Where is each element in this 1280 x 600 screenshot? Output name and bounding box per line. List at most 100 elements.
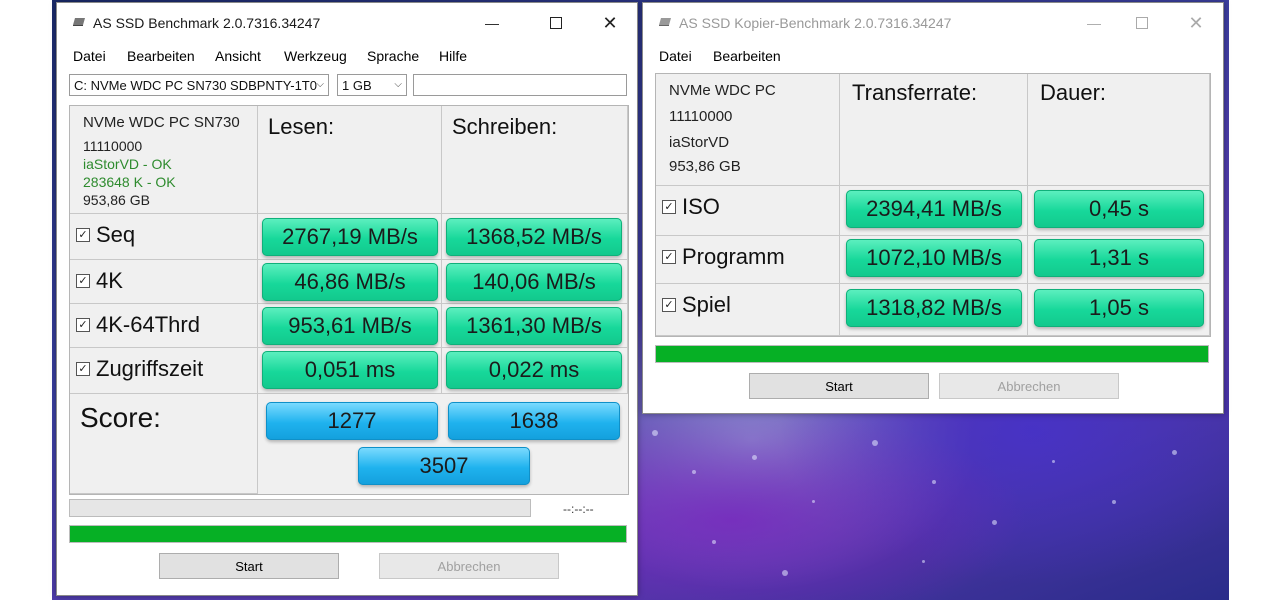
menu-werkzeug[interactable]: Werkzeug xyxy=(284,48,347,64)
copy-drive-info-cell: NVMe WDC PC 11110000 iaStorVD 953,86 GB xyxy=(656,74,840,186)
menu-ansicht[interactable]: Ansicht xyxy=(215,48,261,64)
spiel-rate-result: 1318,82 MB/s xyxy=(846,289,1022,327)
checkbox-4k[interactable]: ✓ xyxy=(76,274,90,288)
copy-benchmark-window: AS SSD Kopier-Benchmark 2.0.7316.34247 —… xyxy=(642,2,1224,414)
programm-duration-result: 1,31 s xyxy=(1034,239,1204,277)
window-title: AS SSD Benchmark 2.0.7316.34247 xyxy=(93,15,321,31)
menu-datei[interactable]: Datei xyxy=(73,48,106,64)
drive-select-value: C: NVMe WDC PC SN730 SDBPNTY-1T0 xyxy=(74,78,317,93)
path-input[interactable] xyxy=(413,74,627,96)
programm-checkbox-row[interactable]: ✓ Programm xyxy=(662,244,785,270)
copy-start-button[interactable]: Start xyxy=(749,373,929,399)
menu-sprache[interactable]: Sprache xyxy=(367,48,419,64)
seq-read-result: 2767,19 MB/s xyxy=(262,218,438,256)
read-header-cell: Lesen: xyxy=(258,106,442,214)
programm-label: Programm xyxy=(682,244,785,269)
4k-read-result: 46,86 MB/s xyxy=(262,263,438,301)
driver-status: iaStorVD - OK xyxy=(83,156,172,172)
read-header: Lesen: xyxy=(268,114,335,139)
4k64-label: 4K-64Thrd xyxy=(96,312,200,337)
copy-driver: iaStorVD xyxy=(669,134,730,151)
benchmark-window: AS SSD Benchmark 2.0.7316.34247 — ✕ Date… xyxy=(56,2,638,596)
minimize-button[interactable]: — xyxy=(1079,11,1109,35)
maximize-icon xyxy=(550,17,562,29)
drive-info-cell: NVMe WDC PC SN730 11110000 iaStorVD - OK… xyxy=(70,106,258,214)
close-button[interactable]: ✕ xyxy=(595,11,625,35)
spiel-duration-result: 1,05 s xyxy=(1034,289,1204,327)
seq-write-result: 1368,52 MB/s xyxy=(446,218,622,256)
checkbox-4k-64thrd[interactable]: ✓ xyxy=(76,318,90,332)
chevron-down-icon: ⌵ xyxy=(394,79,402,90)
benchmark-progress-bottom xyxy=(69,525,627,543)
checkbox-programm[interactable]: ✓ xyxy=(662,250,676,264)
4k-label: 4K xyxy=(96,268,123,293)
seq-label: Seq xyxy=(96,222,136,247)
results-panel: NVMe WDC PC SN730 11110000 iaStorVD - OK… xyxy=(69,105,629,495)
menu-bearbeiten[interactable]: Bearbeiten xyxy=(127,48,195,64)
score-read: 1277 xyxy=(266,402,438,440)
close-button[interactable]: ✕ xyxy=(1181,11,1211,35)
score-label: Score: xyxy=(80,402,161,433)
maximize-button[interactable] xyxy=(541,11,571,35)
iso-rate-result: 2394,41 MB/s xyxy=(846,190,1022,228)
iso-label: ISO xyxy=(682,194,720,219)
ssd-app-icon xyxy=(659,18,671,26)
seq-checkbox-row[interactable]: ✓ Seq xyxy=(76,222,135,248)
copy-progress-fill xyxy=(656,346,1208,362)
checkbox-iso[interactable]: ✓ xyxy=(662,200,676,214)
copy-drive-model: NVMe WDC PC xyxy=(669,82,776,99)
4k64-checkbox-row[interactable]: ✓ 4K-64Thrd xyxy=(76,312,200,338)
iso-checkbox-row[interactable]: ✓ ISO xyxy=(662,194,720,220)
drive-capacity: 953,86 GB xyxy=(83,192,150,208)
ssd-app-icon xyxy=(73,18,85,26)
copy-drive-capacity: 953,86 GB xyxy=(669,158,741,175)
maximize-icon xyxy=(1136,17,1148,29)
4k64-read-result: 953,61 MB/s xyxy=(262,307,438,345)
alignment-status: 283648 K - OK xyxy=(83,174,176,190)
4k-checkbox-row[interactable]: ✓ 4K xyxy=(76,268,123,294)
write-header: Schreiben: xyxy=(452,114,558,139)
menu-bar: Datei Bearbeiten Ansicht Werkzeug Sprach… xyxy=(57,43,637,69)
menu-bearbeiten[interactable]: Bearbeiten xyxy=(713,48,781,64)
drive-model: NVMe WDC PC SN730 xyxy=(83,114,240,131)
progress-bottom-fill xyxy=(70,526,626,542)
checkbox-seq[interactable]: ✓ xyxy=(76,228,90,242)
copy-menu-bar: Datei Bearbeiten xyxy=(643,43,1223,69)
checkbox-zugriffszeit[interactable]: ✓ xyxy=(76,362,90,376)
benchmark-titlebar[interactable]: AS SSD Benchmark 2.0.7316.34247 — ✕ xyxy=(57,3,637,43)
access-label: Zugriffszeit xyxy=(96,356,204,381)
cancel-button[interactable]: Abbrechen xyxy=(379,553,559,579)
copy-drive-firmware: 11110000 xyxy=(669,108,733,125)
iso-duration-result: 0,45 s xyxy=(1034,190,1204,228)
access-checkbox-row[interactable]: ✓ Zugriffszeit xyxy=(76,356,203,382)
maximize-button[interactable] xyxy=(1127,11,1157,35)
elapsed-time: --:--:-- xyxy=(563,502,594,516)
copy-results-panel: NVMe WDC PC 11110000 iaStorVD 953,86 GB … xyxy=(655,73,1211,337)
chevron-down-icon: ⌵ xyxy=(316,79,324,90)
duration-header: Dauer: xyxy=(1040,80,1107,105)
4k-write-result: 140,06 MB/s xyxy=(446,263,622,301)
access-write-result: 0,022 ms xyxy=(446,351,622,389)
spiel-checkbox-row[interactable]: ✓ Spiel xyxy=(662,292,731,318)
size-select-value: 1 GB xyxy=(342,78,372,93)
copy-progress xyxy=(655,345,1209,363)
minimize-button[interactable]: — xyxy=(477,11,507,35)
rate-header: Transferrate: xyxy=(852,80,978,105)
programm-rate-result: 1072,10 MB/s xyxy=(846,239,1022,277)
write-header-cell: Schreiben: xyxy=(442,106,628,214)
copy-benchmark-titlebar[interactable]: AS SSD Kopier-Benchmark 2.0.7316.34247 —… xyxy=(643,3,1223,43)
score-total: 3507 xyxy=(358,447,530,485)
size-select[interactable]: 1 GB ⌵ xyxy=(337,74,407,96)
checkbox-spiel[interactable]: ✓ xyxy=(662,298,676,312)
drive-select[interactable]: C: NVMe WDC PC SN730 SDBPNTY-1T0 ⌵ xyxy=(69,74,329,96)
menu-hilfe[interactable]: Hilfe xyxy=(439,48,467,64)
duration-header-cell: Dauer: xyxy=(1028,74,1210,186)
access-read-result: 0,051 ms xyxy=(262,351,438,389)
benchmark-progress-top xyxy=(69,499,531,517)
rate-header-cell: Transferrate: xyxy=(840,74,1028,186)
spiel-label: Spiel xyxy=(682,292,731,317)
menu-datei[interactable]: Datei xyxy=(659,48,692,64)
copy-cancel-button[interactable]: Abbrechen xyxy=(939,373,1119,399)
start-button[interactable]: Start xyxy=(159,553,339,579)
4k64-write-result: 1361,30 MB/s xyxy=(446,307,622,345)
